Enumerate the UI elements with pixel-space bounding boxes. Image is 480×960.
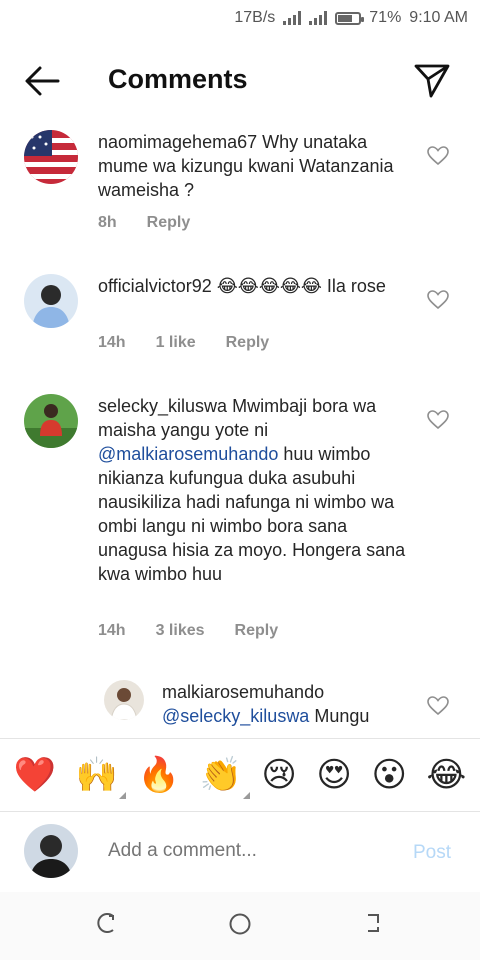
- comment-username[interactable]: malkiarosemuhando: [162, 682, 324, 702]
- comment-body-continued: huu wimbo nikianza kufungua duka asubuhi…: [98, 444, 406, 584]
- avatar[interactable]: [24, 130, 78, 184]
- crying-emoji-button[interactable]: 😢: [261, 755, 296, 795]
- comment-text: selecky_kiluswa Mwimbaji bora wa maisha …: [98, 394, 418, 586]
- heart-icon: [427, 146, 449, 166]
- comment-meta: 14h 3 likes Reply: [98, 622, 308, 640]
- comment-username[interactable]: officialvictor92: [98, 276, 212, 296]
- reply-button[interactable]: Reply: [235, 622, 279, 640]
- arrow-left-icon: [25, 66, 60, 96]
- laughing-emoji-button[interactable]: 😂: [426, 755, 466, 795]
- like-button[interactable]: [427, 146, 449, 166]
- heart-icon: [427, 290, 449, 310]
- heart-emoji-button[interactable]: ❤️: [14, 755, 56, 795]
- comment-body: 😂😂😂😂😂 Ila rose: [216, 276, 386, 296]
- send-icon: [414, 64, 450, 98]
- network-speed: 17B/s: [234, 9, 276, 26]
- clock: 9:10 AM: [409, 9, 468, 26]
- more-variants-indicator: [119, 792, 127, 799]
- reply-button[interactable]: Reply: [147, 214, 191, 232]
- comment-text: naomimagehema67 Why unataka mume wa kizu…: [98, 130, 418, 202]
- comment-meta: 14h 1 like Reply: [98, 334, 299, 352]
- back-nav-icon[interactable]: [362, 912, 384, 934]
- clapping-emoji-button[interactable]: 👏: [199, 755, 250, 799]
- comments-list[interactable]: naomimagehema67 Why unataka mume wa kizu…: [0, 110, 480, 738]
- surprised-emoji-button[interactable]: 😮: [371, 755, 406, 795]
- comment-time: 14h: [98, 334, 126, 351]
- heart-eyes-emoji-button[interactable]: 😍: [316, 755, 351, 795]
- raised-hands-emoji: 🙌: [75, 755, 119, 795]
- avatar[interactable]: [104, 680, 144, 720]
- post-button[interactable]: Post: [413, 842, 451, 864]
- signal-icon-2: [309, 11, 328, 25]
- like-button[interactable]: [427, 410, 449, 430]
- battery-percent: 71%: [369, 9, 402, 26]
- comment-item: naomimagehema67 Why unataka mume wa kizu…: [0, 130, 480, 250]
- current-user-avatar: [24, 824, 78, 878]
- mention-link[interactable]: @selecky_kiluswa: [162, 706, 309, 726]
- avatar[interactable]: [24, 274, 78, 328]
- comment-username[interactable]: selecky_kiluswa: [98, 396, 227, 416]
- recent-apps-icon[interactable]: [96, 912, 118, 934]
- share-button[interactable]: [412, 60, 452, 100]
- back-button[interactable]: [22, 64, 62, 98]
- reply-item: malkiarosemuhando @selecky_kiluswa Mungu: [0, 680, 480, 738]
- comment-time: 8h: [98, 214, 117, 231]
- battery-icon: [335, 11, 365, 25]
- comment-item: officialvictor92 😂😂😂😂😂 Ila rose 14h 1 li…: [0, 274, 480, 374]
- header: Comments: [0, 52, 480, 110]
- clapping-emoji: 👏: [199, 755, 242, 795]
- page-title: Comments: [108, 64, 248, 94]
- mention-link[interactable]: @malkiarosemuhando: [98, 444, 278, 464]
- comment-username[interactable]: naomimagehema67: [98, 132, 257, 152]
- like-button[interactable]: [427, 696, 449, 716]
- comment-input[interactable]: [108, 840, 388, 862]
- comment-body: Mungu: [309, 706, 370, 726]
- comment-time: 14h: [98, 622, 126, 639]
- fire-emoji-button[interactable]: 🔥: [138, 755, 180, 795]
- heart-icon: [427, 696, 449, 716]
- comment-text: officialvictor92 😂😂😂😂😂 Ila rose: [98, 274, 418, 298]
- avatar[interactable]: [24, 394, 78, 448]
- home-icon[interactable]: [228, 912, 252, 936]
- comment-composer: Post: [0, 812, 480, 892]
- signal-icon: [283, 11, 302, 25]
- emoji-reaction-bar: ❤️ 🙌 🔥 👏 😢 😍 😮 😂: [0, 738, 480, 812]
- comment-text: malkiarosemuhando @selecky_kiluswa Mungu: [162, 680, 418, 728]
- comment-item: selecky_kiluswa Mwimbaji bora wa maisha …: [0, 394, 480, 654]
- like-button[interactable]: [427, 290, 449, 310]
- reply-button[interactable]: Reply: [226, 334, 270, 352]
- status-bar: 17B/s 71% 9:10 AM: [0, 0, 480, 36]
- system-nav-bar: [0, 892, 480, 960]
- heart-icon: [427, 410, 449, 430]
- raised-hands-emoji-button[interactable]: 🙌: [75, 755, 127, 799]
- more-variants-indicator: [242, 792, 250, 799]
- like-count[interactable]: 3 likes: [156, 622, 205, 640]
- comment-meta: 8h Reply: [98, 214, 220, 232]
- like-count[interactable]: 1 like: [156, 334, 196, 352]
